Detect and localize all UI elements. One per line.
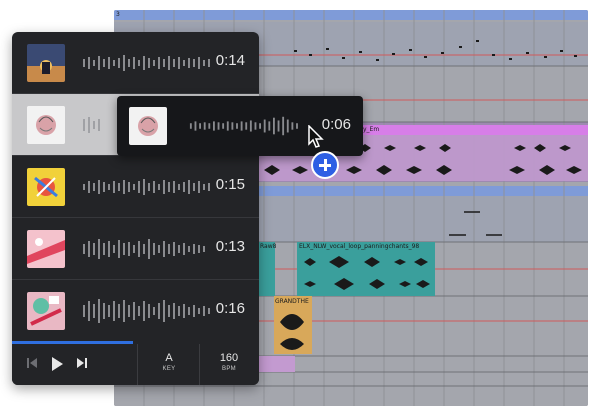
sample-browser-panel: 0:14 0:15 0:13 0:16 A KEY 160 BPM — [12, 32, 259, 385]
skip-back-icon[interactable] — [25, 356, 39, 375]
waveform — [189, 116, 298, 136]
dragged-sample-duration: 0:06 — [321, 116, 351, 133]
bpm-value: 160 — [219, 352, 239, 364]
sample-duration: 0:16 — [215, 300, 245, 317]
key-value: A — [165, 352, 173, 364]
waveform — [83, 299, 210, 323]
sample-row[interactable]: 0:16 — [12, 280, 259, 342]
album-art-sketch — [27, 106, 65, 144]
album-art-sketch — [129, 107, 167, 145]
add-icon — [311, 151, 339, 179]
play-icon[interactable] — [50, 356, 64, 377]
sample-duration: 0:14 — [215, 52, 245, 69]
bpm-indicator[interactable]: 160 BPM — [199, 352, 259, 372]
album-art-yellow — [27, 168, 65, 206]
sample-duration: 0:13 — [215, 238, 245, 255]
ruler-marker: 3 — [116, 11, 120, 18]
vocal-clip-label[interactable]: y_Em — [363, 126, 379, 133]
key-indicator[interactable]: A KEY — [139, 352, 199, 372]
waveform — [83, 179, 210, 195]
waveform — [83, 239, 205, 259]
divider — [137, 344, 138, 385]
bpm-label: BPM — [222, 366, 236, 372]
orange-clip-label[interactable]: GRANDTHE — [275, 298, 311, 305]
sample-duration: 0:15 — [215, 176, 245, 193]
skip-forward-icon[interactable] — [75, 356, 89, 375]
dragged-sample[interactable]: 0:06 — [117, 96, 363, 156]
green-clip-label-1[interactable]: Raw8 — [260, 243, 276, 250]
album-art-pink — [27, 230, 65, 268]
album-art-abstract — [27, 292, 65, 330]
sample-row[interactable]: 0:14 — [12, 32, 259, 94]
green-clip-label-2[interactable]: ELX_NLW_vocal_loop_panningchants_98 — [299, 243, 435, 250]
sample-row[interactable]: 0:13 — [12, 218, 259, 280]
cursor-icon — [308, 124, 324, 154]
sample-row[interactable]: 0:15 — [12, 156, 259, 218]
album-art-sunset — [27, 44, 65, 82]
key-label: KEY — [162, 366, 176, 372]
transport-bar: A KEY 160 BPM — [12, 344, 259, 385]
waveform — [83, 55, 210, 71]
